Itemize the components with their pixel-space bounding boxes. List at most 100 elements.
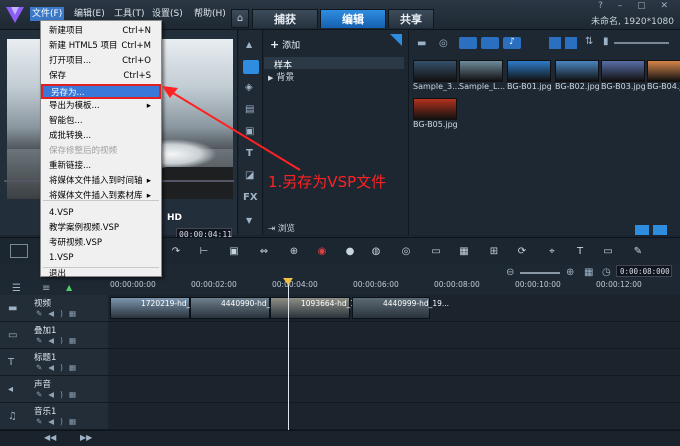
file-menu-item[interactable]: 重新链接...	[41, 159, 161, 174]
file-menu-item[interactable]: 考研视频.VSP	[41, 236, 161, 251]
media-item[interactable]: BG-B02.jpg	[555, 60, 607, 91]
focus-icon[interactable]: ⌖	[544, 246, 560, 260]
track-list-icon[interactable]: ≡	[42, 283, 50, 294]
tab-edit[interactable]: 编辑	[320, 9, 386, 28]
track-lane[interactable]	[108, 349, 680, 376]
text-icon[interactable]: T	[572, 246, 588, 260]
media-item[interactable]: BG-B01.jpg	[507, 60, 559, 91]
video-clip[interactable]: 1720219-hd_19...	[110, 297, 207, 319]
track-header[interactable]: ▬ 视频 ✎◀)▦	[0, 295, 108, 322]
multicam-icon[interactable]: ▦	[456, 246, 472, 260]
track-controls[interactable]: ✎◀)▦	[36, 417, 82, 426]
file-menu-item[interactable]: 另存为...	[41, 84, 161, 99]
file-menu-item[interactable]: 智能包...	[41, 114, 161, 129]
media-item[interactable]: Sample_L...	[459, 60, 511, 91]
track-header[interactable]: T 标题1 ✎◀)▦	[0, 349, 108, 376]
file-menu-item[interactable]: 将媒体文件插入到素材库 ▸	[41, 189, 161, 204]
track-controls[interactable]: ✎◀)▦	[36, 390, 82, 399]
filter-image-button[interactable]	[481, 37, 499, 49]
menu-edit[interactable]: 编辑(E)	[72, 7, 107, 21]
thumbnail-size-slider[interactable]	[614, 42, 669, 44]
browse-button[interactable]: ⇥ 浏览	[268, 222, 295, 234]
panel-toggle-button[interactable]	[635, 225, 649, 235]
mask-icon[interactable]: ◍	[368, 246, 384, 260]
add-track-icon[interactable]: ▲	[66, 283, 72, 292]
file-menu-item[interactable]: 导出为模板... ▸	[41, 99, 161, 114]
screen-icon[interactable]: ▭	[600, 246, 616, 260]
file-menu-item[interactable]: 教学案例视频.VSP	[41, 221, 161, 236]
zoom-out-icon[interactable]: ⊖	[506, 267, 514, 278]
video-clip[interactable]: 4440990-hd_19...	[190, 297, 287, 319]
zoom-in-icon[interactable]: ⊕	[566, 267, 574, 278]
track-controls[interactable]: ✎◀)▦	[36, 309, 82, 318]
media-item[interactable]: BG-B05.jpg	[413, 98, 465, 129]
scroll-right-icon[interactable]: ▶▶	[80, 433, 92, 442]
folder-icon[interactable]: ▬	[417, 38, 426, 49]
menu-tools[interactable]: 工具(T)	[112, 7, 147, 21]
media-item[interactable]: BG-B04.jpg	[647, 60, 680, 91]
trim-icon[interactable]: ⇔	[256, 246, 272, 260]
file-menu-item[interactable]: 保存修整后的视频	[41, 144, 161, 159]
file-menu-item[interactable]: 打开项目... Ctrl+O	[41, 54, 161, 69]
scroll-left-icon[interactable]: ◀◀	[44, 433, 56, 442]
timeline-scrollbar[interactable]: ◀◀ ▶▶	[0, 430, 680, 446]
thumbnail-view-button[interactable]	[565, 37, 577, 49]
track-header[interactable]: ♫ 音乐1 ✎◀)▦	[0, 403, 108, 430]
subtitle-icon[interactable]: ▭	[428, 246, 444, 260]
record-icon[interactable]: ◉	[314, 246, 330, 260]
menu-help[interactable]: 帮助(H)	[192, 7, 228, 21]
track-header[interactable]: ▭ 叠加1 ✎◀)▦	[0, 322, 108, 349]
down-arrow-icon[interactable]: ▼	[246, 216, 252, 225]
media-icon[interactable]	[243, 60, 259, 74]
tab-share[interactable]: 共享	[388, 9, 434, 28]
window-controls[interactable]: ? – ▢ ✕	[598, 1, 674, 11]
file-menu-item[interactable]: 新建项目 Ctrl+N	[41, 24, 161, 39]
media-item[interactable]: Sample_3...	[413, 60, 465, 91]
menu-file[interactable]: 文件(F)	[30, 7, 65, 21]
color-icon[interactable]: ●	[342, 246, 358, 260]
add-folder-button[interactable]: + 添加	[270, 38, 300, 51]
track-lane[interactable]	[108, 403, 680, 430]
up-arrow-icon[interactable]: ▲	[246, 40, 252, 49]
playhead-marker-icon[interactable]	[283, 278, 293, 285]
tab-capture[interactable]: 捕获	[252, 9, 318, 28]
fit-icon[interactable]: ▣	[226, 246, 242, 260]
file-menu-item[interactable]: 新建 HTML5 项目 Ctrl+M	[41, 39, 161, 54]
track-header[interactable]: ◂ 声音 ✎◀)▦	[0, 376, 108, 403]
video-clip[interactable]: 1093664-hd_19...	[270, 297, 367, 319]
split-icon[interactable]: ⊢	[196, 246, 212, 260]
file-menu-item[interactable]: 成批转换...	[41, 129, 161, 144]
file-menu-item[interactable]: 1.VSP	[41, 251, 161, 266]
file-menu-item[interactable]: 4.VSP	[41, 206, 161, 221]
track-controls[interactable]: ✎◀)▦	[36, 363, 82, 372]
track-view-icon[interactable]: ☰	[12, 283, 21, 294]
zoom-slider[interactable]	[520, 272, 560, 274]
panel-toggle-button-2[interactable]	[653, 225, 667, 235]
track-lane[interactable]: 1720219-hd_19... 4440990-hd_19... 1093664-…	[108, 295, 680, 322]
storyboard-view-button[interactable]	[10, 244, 28, 258]
track-controls[interactable]: ✎◀)▦	[36, 336, 82, 345]
speed-icon[interactable]: ⊞	[486, 246, 502, 260]
edit-icon[interactable]: ✎	[630, 246, 646, 260]
track-manager-icon[interactable]: ⊕	[286, 246, 302, 260]
file-menu-item[interactable]: 将媒体文件插入到时间轴 ▸	[41, 174, 161, 189]
folder-item-sample[interactable]: 样本	[264, 57, 404, 71]
track-lane[interactable]	[108, 376, 680, 403]
tracking-icon[interactable]: ⟳	[514, 246, 530, 260]
filter-video-button[interactable]	[459, 37, 477, 49]
fx-icon[interactable]: FX	[243, 192, 258, 203]
home-button[interactable]: ⌂	[231, 9, 249, 28]
capture-icon[interactable]: ◎	[439, 38, 448, 49]
file-menu-item[interactable]: 退出	[41, 267, 161, 282]
playhead[interactable]	[288, 280, 289, 430]
redo-icon[interactable]: ↷	[168, 246, 184, 260]
zoom-timecode[interactable]: 0:00:08:000	[616, 265, 672, 277]
list-view-button[interactable]	[549, 37, 561, 49]
track-lane[interactable]	[108, 322, 680, 349]
menu-settings[interactable]: 设置(S)	[150, 7, 185, 21]
motion-icon[interactable]: ◎	[398, 246, 414, 260]
video-clip[interactable]: 4440999-hd_19...	[352, 297, 449, 319]
sort-icon[interactable]: ⇅	[585, 36, 593, 47]
media-item[interactable]: BG-B03.jpg	[601, 60, 653, 91]
file-menu-item[interactable]: 保存 Ctrl+S	[41, 69, 161, 84]
